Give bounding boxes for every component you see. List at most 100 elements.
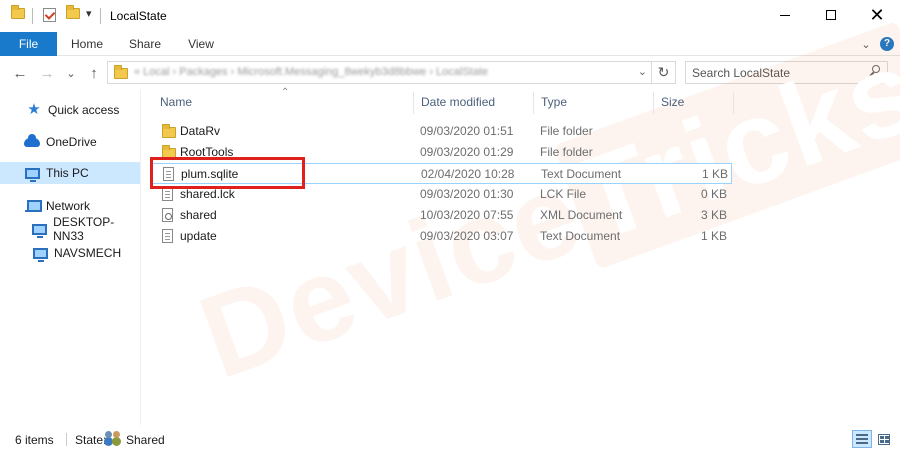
text-document-icon	[162, 229, 173, 243]
file-type: File folder	[540, 124, 593, 138]
column-header-size[interactable]: Size	[661, 90, 684, 114]
minimize-icon	[780, 14, 790, 16]
address-bar[interactable]: « Local › Packages › Microsoft.Messaging…	[107, 61, 652, 84]
file-name: update	[180, 229, 217, 243]
computer-icon	[32, 221, 48, 238]
file-date: 02/04/2020 10:28	[421, 167, 515, 181]
file-list: Name ⌃ Date modified Type Size DataRv 09…	[148, 87, 888, 425]
column-header-name[interactable]: Name	[160, 90, 192, 114]
file-size: 1 KB	[700, 229, 727, 243]
file-size: 1 KB	[701, 167, 728, 181]
pane-divider[interactable]	[140, 90, 141, 425]
file-row[interactable]: update 09/03/2020 03:07 Text Document 1 …	[152, 226, 732, 247]
star-icon: ★	[27, 101, 41, 118]
column-header-date-modified[interactable]: Date modified	[421, 90, 495, 114]
forward-button[interactable]: →	[37, 63, 57, 83]
help-icon[interactable]: ?	[880, 37, 894, 51]
nav-item-label: OneDrive	[46, 135, 97, 149]
file-date: 09/03/2020 01:51	[420, 124, 514, 138]
maximize-button[interactable]	[808, 0, 854, 30]
chevron-down-icon[interactable]: ⌄	[858, 36, 874, 52]
column-divider[interactable]	[733, 92, 734, 114]
file-date: 10/03/2020 07:55	[420, 208, 514, 222]
file-size: 0 KB	[700, 187, 727, 201]
computer-icon	[32, 245, 48, 262]
network-icon	[24, 198, 42, 214]
properties-icon[interactable]	[43, 8, 56, 22]
new-folder-icon[interactable]	[66, 5, 80, 19]
refresh-icon: ↻	[657, 64, 670, 80]
close-button[interactable]: ✕	[854, 0, 900, 30]
folder-icon	[11, 5, 25, 19]
large-icons-view-button[interactable]	[874, 430, 894, 448]
customize-toolbar-icon[interactable]: ▾	[86, 7, 92, 20]
folder-icon	[162, 124, 176, 138]
search-input[interactable]	[692, 65, 862, 80]
navigation-pane: ★ Quick access OneDrive This PC Network …	[0, 90, 140, 425]
up-button[interactable]: ↑	[84, 63, 104, 83]
highlight-annotation-box	[150, 157, 305, 189]
sort-ascending-icon: ⌃	[281, 87, 290, 98]
column-divider[interactable]	[653, 92, 654, 114]
nav-item-label: Network	[46, 199, 91, 213]
nav-item-onedrive[interactable]: OneDrive	[0, 131, 140, 153]
minimize-button[interactable]	[762, 0, 808, 30]
details-view-icon	[856, 434, 868, 444]
column-divider[interactable]	[413, 92, 414, 114]
file-size: 3 KB	[700, 208, 727, 222]
column-header-type[interactable]: Type	[541, 90, 567, 114]
close-icon: ✕	[869, 5, 885, 25]
nav-item-label: NAVSMECH	[54, 246, 122, 260]
toolbar-divider	[100, 8, 101, 24]
file-type: Text Document	[540, 229, 621, 243]
item-count: 6 items	[15, 433, 54, 447]
status-bar: 6 items State: Shared	[0, 428, 900, 450]
file-date: 09/03/2020 01:30	[420, 187, 514, 201]
state-value: Shared	[126, 433, 165, 447]
nav-item-label: This PC	[46, 166, 89, 180]
ribbon: File Home Share View ⌄ ?	[0, 32, 900, 56]
cloud-icon	[24, 133, 40, 150]
details-view-button[interactable]	[852, 430, 872, 448]
file-icon	[162, 187, 173, 201]
nav-item-quick-access[interactable]: ★ Quick access	[0, 99, 140, 121]
refresh-button[interactable]: ↻	[652, 61, 676, 84]
file-date: 09/03/2020 03:07	[420, 229, 514, 243]
nav-item-network[interactable]: Network	[0, 195, 140, 217]
folder-icon	[114, 65, 128, 79]
chevron-down-icon: ⌄	[66, 67, 76, 80]
arrow-left-icon: ←	[12, 64, 28, 82]
navigation-bar: ← → ⌄ ↑ « Local › Packages › Microsoft.M…	[0, 57, 900, 89]
xml-document-icon	[162, 208, 173, 222]
maximize-icon	[826, 10, 836, 20]
column-divider[interactable]	[533, 92, 534, 114]
file-row[interactable]: DataRv 09/03/2020 01:51 File folder	[152, 121, 732, 142]
search-icon	[869, 65, 881, 77]
computer-icon	[24, 165, 40, 182]
nav-item-this-pc[interactable]: This PC	[0, 162, 140, 184]
file-date: 09/03/2020 01:29	[420, 145, 514, 159]
address-path[interactable]: « Local › Packages › Microsoft.Messaging…	[134, 66, 488, 78]
file-type: LCK File	[540, 187, 587, 201]
tab-home[interactable]: Home	[62, 32, 112, 56]
file-type: XML Document	[540, 208, 623, 222]
tab-share[interactable]: Share	[120, 32, 170, 56]
file-type: Text Document	[541, 167, 622, 181]
file-name: DataRv	[180, 124, 221, 138]
nav-item-desktop-nn33[interactable]: DESKTOP-NN33	[0, 215, 140, 243]
title-bar: ▾ LocalState ✕	[0, 0, 900, 32]
file-row[interactable]: shared 10/03/2020 07:55 XML Document 3 K…	[152, 205, 732, 226]
status-divider	[66, 433, 67, 446]
nav-item-navsmech[interactable]: NAVSMECH	[0, 242, 140, 264]
nav-item-label: Quick access	[48, 103, 120, 117]
tab-view[interactable]: View	[176, 32, 226, 56]
large-icons-view-icon	[878, 433, 890, 445]
recent-locations-button[interactable]: ⌄	[61, 63, 81, 83]
search-box[interactable]	[685, 61, 888, 84]
tab-file[interactable]: File	[0, 32, 57, 56]
arrow-up-icon: ↑	[90, 64, 98, 82]
file-name: shared.lck	[180, 187, 235, 201]
back-button[interactable]: ←	[10, 63, 30, 83]
chevron-down-icon[interactable]: ⌄	[638, 65, 647, 78]
file-type: File folder	[540, 145, 593, 159]
